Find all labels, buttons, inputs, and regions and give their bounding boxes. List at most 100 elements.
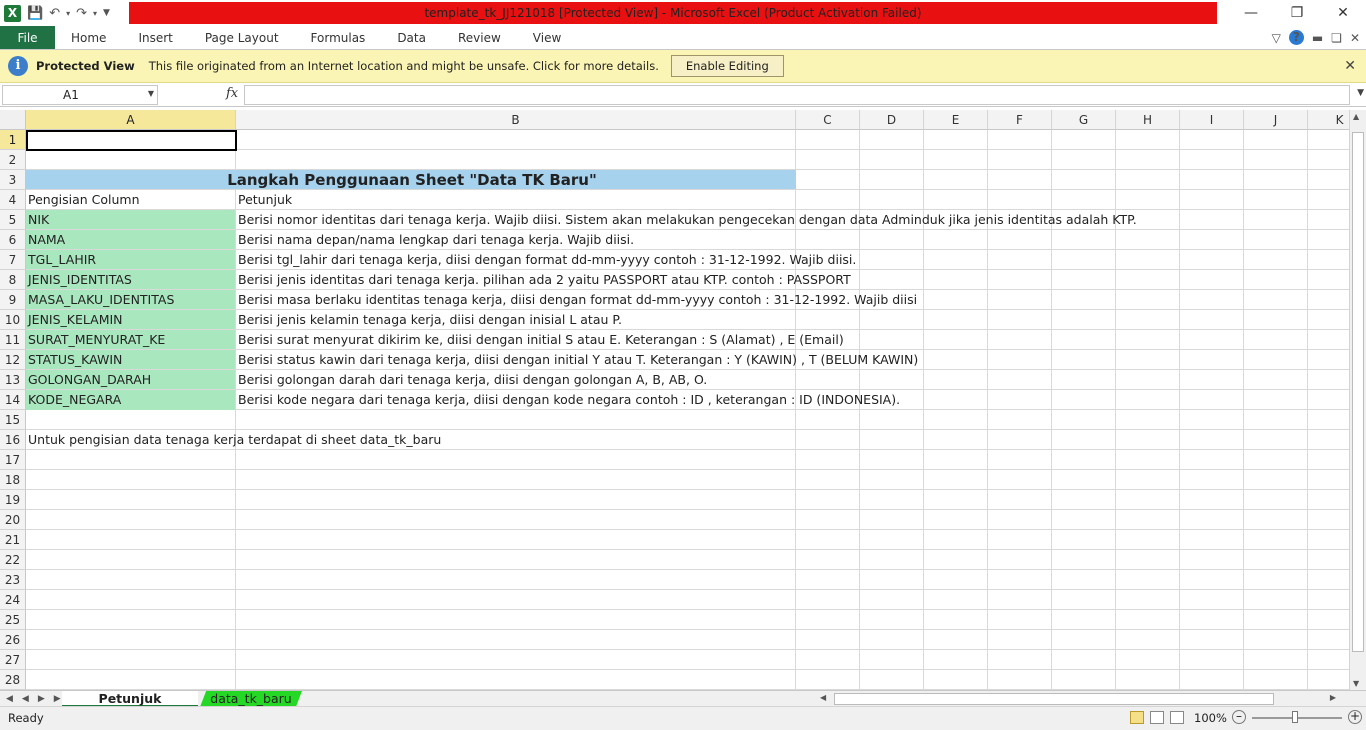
formula-input[interactable]: [244, 85, 1350, 105]
tab-page-layout[interactable]: Page Layout: [189, 26, 295, 49]
header-cell-b4[interactable]: Petunjuk: [236, 190, 796, 210]
instruction-cell[interactable]: Berisi nama depan/nama lengkap dari tena…: [236, 230, 634, 250]
column-header-e[interactable]: E: [924, 110, 988, 130]
last-sheet-icon[interactable]: ▶: [54, 691, 61, 707]
instruction-cell[interactable]: Berisi surat menyurat dikirim ke, diisi …: [236, 330, 844, 350]
expand-formula-bar-icon[interactable]: ▼: [1357, 88, 1364, 98]
sheet-tab-petunjuk-pengisian[interactable]: Petunjuk Pengisian: [62, 691, 198, 721]
row-header[interactable]: 17: [0, 450, 26, 470]
column-header-b[interactable]: B: [236, 110, 796, 130]
excel-logo-icon[interactable]: X: [4, 4, 21, 22]
column-name-cell[interactable]: JENIS_IDENTITAS: [26, 270, 235, 289]
row-header[interactable]: 5: [0, 210, 26, 230]
column-name-cell[interactable]: SURAT_MENYURAT_KE: [26, 330, 235, 349]
row-header[interactable]: 18: [0, 470, 26, 490]
row-header[interactable]: 1: [0, 130, 26, 150]
help-icon[interactable]: ?: [1288, 30, 1304, 45]
column-header-i[interactable]: I: [1180, 110, 1244, 130]
column-header-j[interactable]: J: [1244, 110, 1308, 130]
first-sheet-icon[interactable]: ◀: [6, 691, 13, 707]
row-header[interactable]: 22: [0, 550, 26, 570]
row-header[interactable]: 7: [0, 250, 26, 270]
sheet-title-cell[interactable]: Langkah Penggunaan Sheet "Data TK Baru": [26, 170, 796, 189]
tab-data[interactable]: Data: [381, 26, 442, 49]
row-header[interactable]: 21: [0, 530, 26, 550]
scroll-left-icon[interactable]: ◀: [820, 693, 826, 702]
scroll-down-icon[interactable]: ▼: [1353, 679, 1359, 688]
row-header[interactable]: 28: [0, 670, 26, 690]
chevron-down-icon[interactable]: ▼: [148, 89, 154, 98]
restore-icon[interactable]: ❐: [1274, 0, 1320, 26]
tab-home[interactable]: Home: [55, 26, 122, 49]
row-header[interactable]: 4: [0, 190, 26, 210]
zoom-slider-knob[interactable]: [1292, 711, 1298, 723]
instruction-cell[interactable]: Berisi kode negara dari tenaga kerja, di…: [236, 390, 900, 410]
file-tab[interactable]: File: [0, 26, 55, 49]
tab-formulas[interactable]: Formulas: [295, 26, 382, 49]
horizontal-scroll-thumb[interactable]: [834, 693, 1274, 705]
column-name-cell[interactable]: NAMA: [26, 230, 235, 249]
column-name-cell[interactable]: GOLONGAN_DARAH: [26, 370, 235, 389]
instruction-cell[interactable]: Berisi jenis identitas dari tenaga kerja…: [236, 270, 851, 290]
row-header[interactable]: 11: [0, 330, 26, 350]
instruction-cell[interactable]: Berisi nomor identitas dari tenaga kerja…: [236, 210, 1137, 230]
row-header[interactable]: 8: [0, 270, 26, 290]
header-cell-a4[interactable]: Pengisian Column: [26, 190, 236, 210]
customize-toolbar-icon[interactable]: ▼: [103, 8, 110, 18]
page-break-view-icon[interactable]: [1170, 711, 1184, 724]
column-header-k[interactable]: K: [1308, 110, 1349, 130]
row-header[interactable]: 23: [0, 570, 26, 590]
column-name-cell[interactable]: TGL_LAHIR: [26, 250, 235, 269]
page-layout-view-icon[interactable]: [1150, 711, 1164, 724]
row-header[interactable]: 20: [0, 510, 26, 530]
workbook-minimize-icon[interactable]: ▬: [1312, 26, 1323, 50]
column-name-cell[interactable]: MASA_LAKU_IDENTITAS: [26, 290, 235, 309]
tab-review[interactable]: Review: [442, 26, 517, 49]
close-icon[interactable]: ✕: [1320, 0, 1366, 26]
workbook-close-icon[interactable]: ✕: [1350, 26, 1360, 50]
column-header-c[interactable]: C: [796, 110, 860, 130]
row-header[interactable]: 2: [0, 150, 26, 170]
row-header[interactable]: 10: [0, 310, 26, 330]
insert-function-icon[interactable]: fx: [226, 86, 238, 101]
zoom-out-icon[interactable]: –: [1232, 710, 1246, 724]
row-header[interactable]: 6: [0, 230, 26, 250]
instruction-cell[interactable]: Berisi tgl_lahir dari tenaga kerja, diis…: [236, 250, 856, 270]
zoom-level[interactable]: 100%: [1194, 711, 1227, 725]
column-header-g[interactable]: G: [1052, 110, 1116, 130]
instruction-cell[interactable]: Berisi jenis kelamin tenaga kerja, diisi…: [236, 310, 622, 330]
column-header-d[interactable]: D: [860, 110, 924, 130]
row-header[interactable]: 19: [0, 490, 26, 510]
row-header[interactable]: 26: [0, 630, 26, 650]
column-name-cell[interactable]: JENIS_KELAMIN: [26, 310, 235, 329]
row-header[interactable]: 14: [0, 390, 26, 410]
column-header-a[interactable]: A: [26, 110, 236, 130]
minimize-ribbon-icon[interactable]: ▽: [1272, 26, 1281, 50]
row-header[interactable]: 15: [0, 410, 26, 430]
tab-insert[interactable]: Insert: [122, 26, 188, 49]
row-header[interactable]: 9: [0, 290, 26, 310]
instruction-cell[interactable]: Berisi status kawin dari tenaga kerja, d…: [236, 350, 918, 370]
row-header[interactable]: 13: [0, 370, 26, 390]
row-header[interactable]: 16: [0, 430, 26, 450]
undo-icon[interactable]: ↶: [49, 6, 60, 21]
zoom-in-icon[interactable]: +: [1348, 710, 1362, 724]
active-cell-a1[interactable]: [26, 130, 237, 151]
protected-view-message[interactable]: This file originated from an Internet lo…: [149, 59, 659, 73]
sheet-tab-data-tk-baru[interactable]: data_tk_baru: [200, 691, 302, 707]
column-header-f[interactable]: F: [988, 110, 1052, 130]
column-name-cell[interactable]: KODE_NEGARA: [26, 390, 235, 410]
normal-view-icon[interactable]: [1130, 711, 1144, 724]
save-icon[interactable]: 💾: [27, 6, 43, 21]
vertical-scrollbar[interactable]: ▲ ▼: [1349, 110, 1366, 690]
row-header[interactable]: 24: [0, 590, 26, 610]
row-header[interactable]: 3: [0, 170, 26, 190]
minimize-icon[interactable]: —: [1228, 0, 1274, 26]
next-sheet-icon[interactable]: ▶: [38, 691, 45, 707]
row-header[interactable]: 12: [0, 350, 26, 370]
enable-editing-button[interactable]: Enable Editing: [670, 55, 784, 77]
redo-icon[interactable]: ↷: [76, 6, 87, 21]
redo-dropdown-icon[interactable]: ▾: [93, 9, 97, 18]
close-icon[interactable]: ✕: [1344, 58, 1356, 74]
column-header-h[interactable]: H: [1116, 110, 1180, 130]
